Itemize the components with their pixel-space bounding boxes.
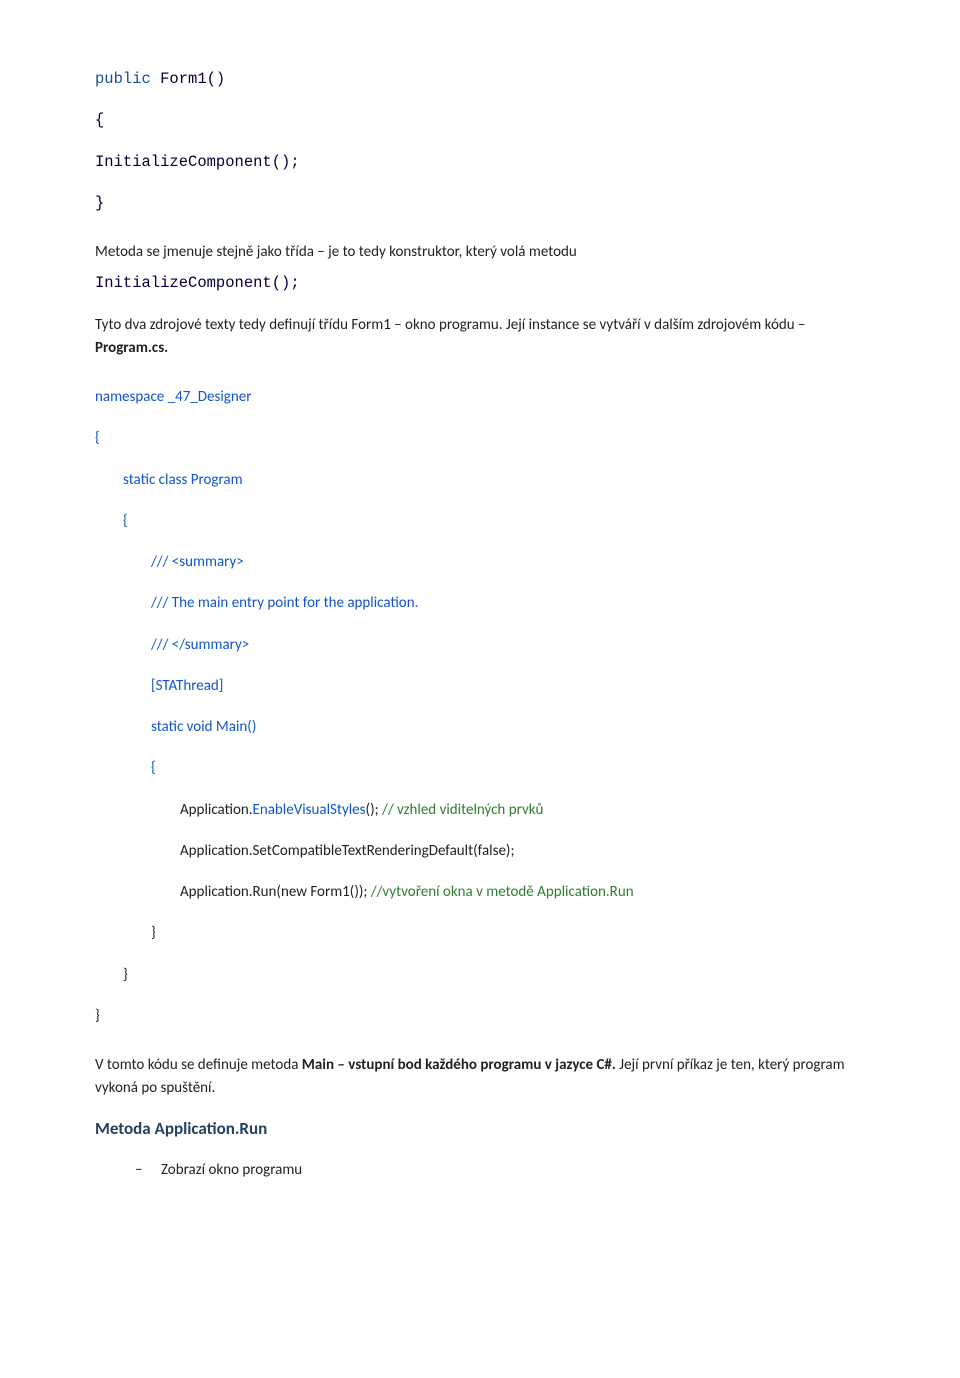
code-line: namespace _47_Designer [95,386,865,409]
code-line: static class Program [95,469,865,492]
text: V tomto kódu se definuje metoda [95,1056,302,1074]
code-text: Application. [180,801,253,819]
list-item: − Zobrazí okno programu [95,1159,865,1182]
code-brace: { [95,510,865,533]
code-comment: /// The main entry point for the applica… [95,592,865,615]
code-line: InitializeComponent(); [95,151,865,174]
code-brace: } [95,964,865,987]
text: Metoda se jmenuje stejně jako třída – je… [95,243,577,261]
text: Tyto dva zdrojové texty tedy definují tř… [95,316,806,334]
code-brace: } [95,1005,865,1028]
code-comment: /// <summary> [95,551,865,574]
code-attribute: [STAThread] [95,675,865,698]
code-line: { [95,109,865,132]
code-line: Application.EnableVisualStyles(); // vzh… [95,799,865,822]
code-brace: { [95,757,865,780]
code-line: Application.SetCompatibleTextRenderingDe… [95,840,865,863]
paragraph: Metoda se jmenuje stejně jako třída – je… [95,241,865,264]
code-inline: InitializeComponent(); [95,272,865,295]
code-method-link[interactable]: EnableVisualStyles [253,801,366,819]
code-comment: /// </summary> [95,634,865,657]
code-line: static void Main() [95,716,865,739]
filename-bold: Program.cs. [95,339,168,357]
code-line: } [95,192,865,215]
paragraph: Tyto dva zdrojové texty tedy definují tř… [95,314,865,361]
code-line: Application.Run(new Form1()); //vytvořen… [95,881,865,904]
code-text: Form1() [151,70,225,88]
code-brace: } [95,922,865,945]
list-item-text: Zobrazí okno programu [161,1159,302,1182]
code-comment: //vytvoření okna v metodě Application.Ru… [371,883,634,901]
code-text: (); [366,801,383,819]
text-bold: Main – vstupní bod každého programu v ja… [302,1056,620,1074]
bullet-icon: − [135,1159,161,1182]
paragraph: V tomto kódu se definuje metoda Main – v… [95,1054,865,1101]
heading: Metoda Application.Run [95,1117,865,1142]
code-brace: { [95,427,865,450]
code-keyword: public [95,70,151,88]
code-comment: // vzhled viditelných prvků [382,801,543,819]
code-text: Application.Run(new Form1()); [180,883,371,901]
